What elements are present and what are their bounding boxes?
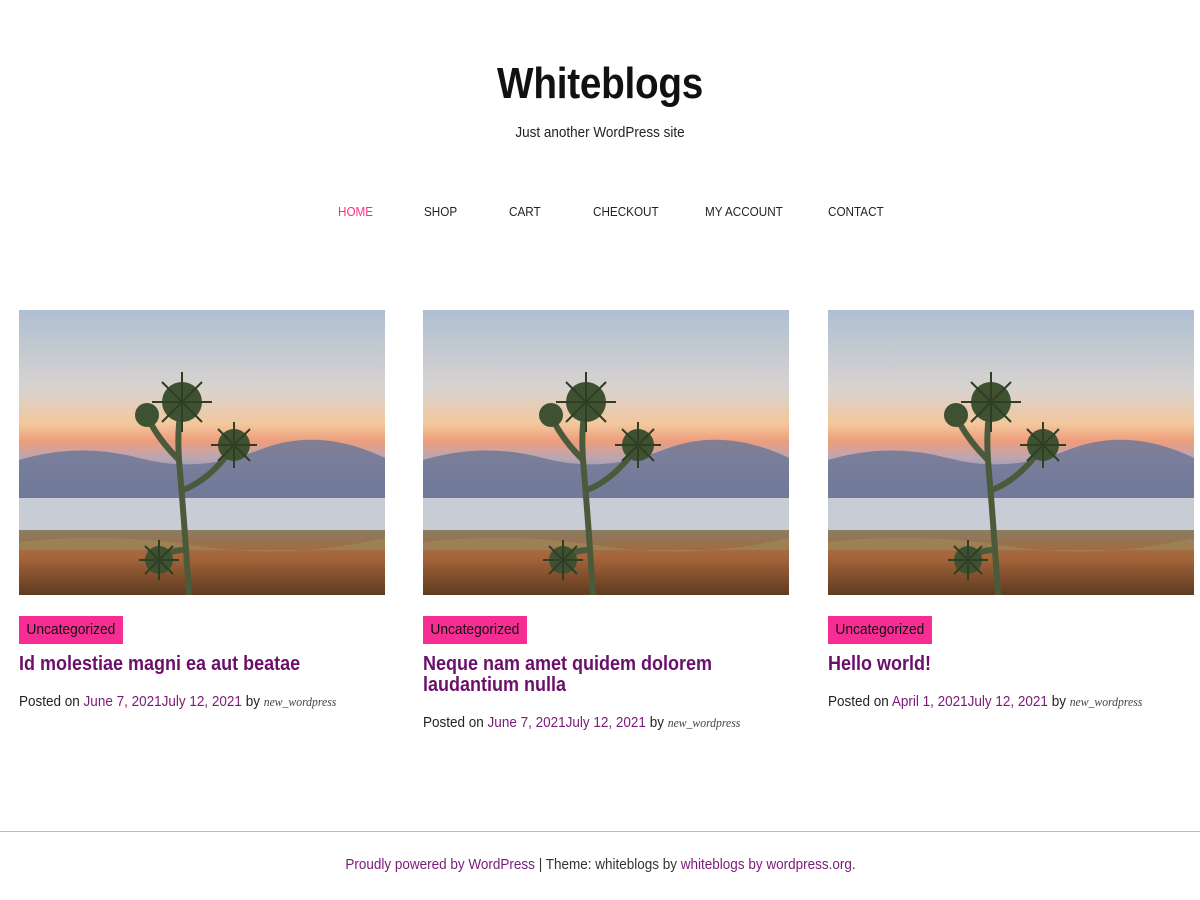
by-label: by: [245, 693, 260, 710]
post-title[interactable]: Id molestiae magni ea aut beatae: [19, 654, 379, 675]
post-card: Uncategorized Neque nam amet quidem dolo…: [423, 310, 789, 731]
thistle-photo: [828, 310, 1194, 595]
post-date-updated[interactable]: July 12, 2021: [566, 714, 646, 731]
by-label: by: [649, 714, 664, 731]
post-meta: Posted on June 7, 2021July 12, 2021 by n…: [19, 693, 348, 710]
thistle-photo: [423, 310, 789, 595]
post-date-published[interactable]: June 7, 2021: [84, 693, 162, 710]
thistle-photo: [19, 310, 385, 595]
footer-credits: Proudly powered by WordPress | Theme: wh…: [345, 856, 855, 873]
post-date-published[interactable]: April 1, 2021: [892, 693, 968, 710]
posted-on-label: Posted on: [828, 693, 889, 710]
category-badge[interactable]: Uncategorized: [423, 616, 527, 644]
post-thumbnail[interactable]: [423, 310, 789, 595]
post-thumbnail[interactable]: [19, 310, 385, 595]
post-date-published[interactable]: June 7, 2021: [488, 714, 566, 731]
footer-suffix: .: [851, 856, 856, 873]
category-badge[interactable]: Uncategorized: [19, 616, 123, 644]
site-header: Whiteblogs Just another WordPress site: [0, 0, 1200, 141]
post-thumbnail[interactable]: [828, 310, 1194, 595]
site-title[interactable]: Whiteblogs: [497, 58, 703, 110]
footer-divider: [0, 831, 1200, 832]
nav-item-contact[interactable]: CONTACT: [828, 204, 884, 219]
theme-prefix: Theme: whiteblogs by: [545, 856, 681, 873]
post-title[interactable]: Hello world!: [828, 654, 1188, 675]
post-author[interactable]: new_wordpress: [264, 694, 337, 709]
posted-on-label: Posted on: [423, 714, 484, 731]
post-card: Uncategorized Hello world! Posted on Apr…: [828, 310, 1194, 710]
footer-separator: |: [534, 856, 546, 873]
post-card: Uncategorized Id molestiae magni ea aut …: [19, 310, 385, 710]
post-author[interactable]: new_wordpress: [668, 715, 741, 730]
nav-item-home[interactable]: HOME: [338, 204, 373, 219]
theme-author-link[interactable]: whiteblogs by wordpress.org: [680, 856, 851, 873]
nav-item-shop[interactable]: SHOP: [424, 204, 457, 219]
post-meta: Posted on June 7, 2021July 12, 2021 by n…: [423, 714, 752, 731]
post-title[interactable]: Neque nam amet quidem dolorem laudantium…: [423, 654, 783, 696]
category-badge[interactable]: Uncategorized: [828, 616, 932, 644]
posted-on-label: Posted on: [19, 693, 80, 710]
site-footer: Proudly powered by WordPress | Theme: wh…: [0, 856, 1200, 873]
post-date-updated[interactable]: July 12, 2021: [968, 693, 1048, 710]
post-date-updated[interactable]: July 12, 2021: [162, 693, 242, 710]
main-navigation: HOME SHOP CART CHECKOUT MY ACCOUNT CONTA…: [0, 204, 1200, 224]
nav-item-my-account[interactable]: MY ACCOUNT: [705, 204, 783, 219]
powered-by-link[interactable]: Proudly powered by WordPress: [345, 856, 535, 873]
by-label: by: [1051, 693, 1066, 710]
post-author[interactable]: new_wordpress: [1070, 694, 1143, 709]
nav-item-cart[interactable]: CART: [509, 204, 541, 219]
site-description: Just another WordPress site: [515, 124, 685, 141]
nav-item-checkout[interactable]: CHECKOUT: [593, 204, 659, 219]
post-meta: Posted on April 1, 2021July 12, 2021 by …: [828, 693, 1157, 710]
